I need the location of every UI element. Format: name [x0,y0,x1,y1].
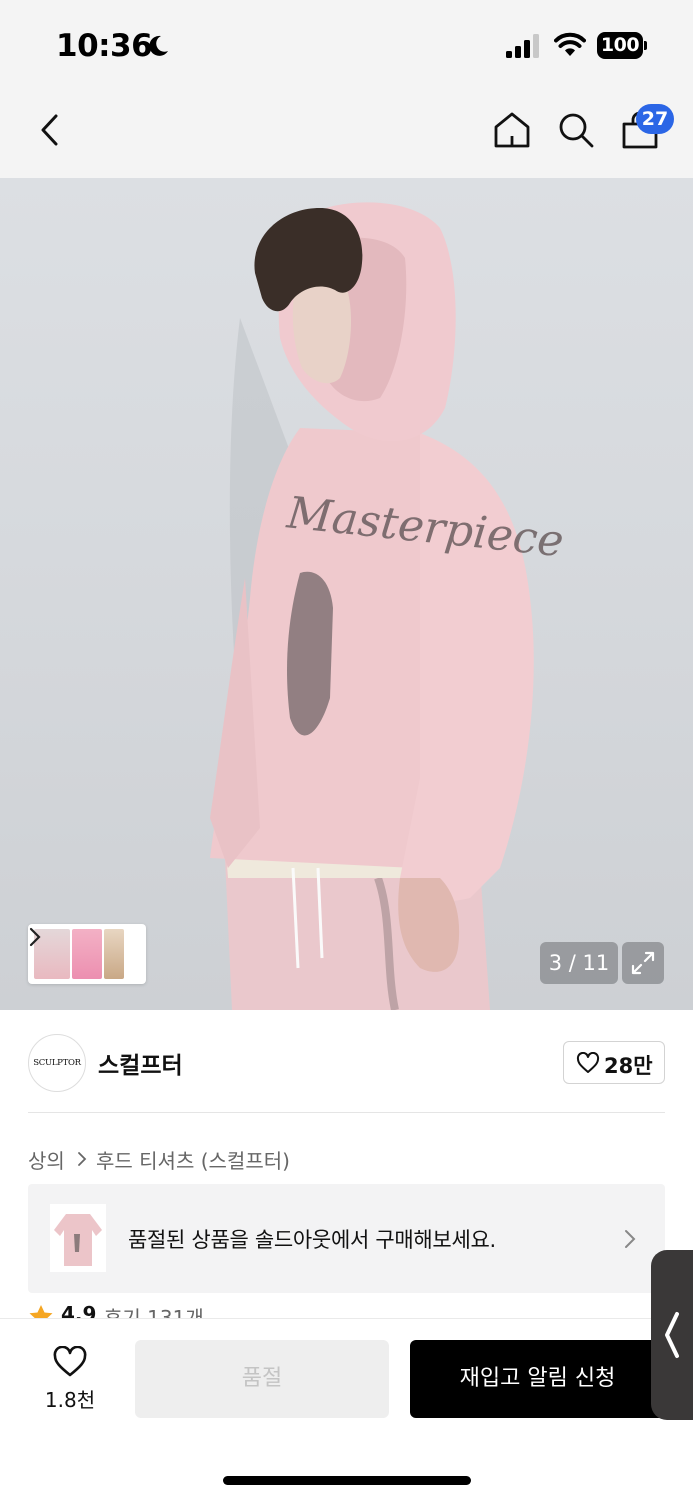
chevron-right-icon [625,1230,636,1248]
side-panel-tab[interactable] [651,1250,693,1420]
hoodie-thumbnail-icon [54,1214,102,1266]
breadcrumb-category[interactable]: 상의 [28,1145,65,1174]
thumbnail-strip[interactable] [28,924,146,984]
thumbnail-2[interactable] [72,929,102,979]
cart-badge: 27 [636,104,674,134]
thumbnail-3[interactable] [104,929,124,979]
image-counter: 3 / 11 [540,942,618,984]
search-icon[interactable] [557,110,595,150]
restock-alert-button[interactable]: 재입고 알림 신청 [410,1340,665,1418]
product-image[interactable]: Masterpiece 3 / 11 [0,178,693,1010]
battery-tip [644,41,647,50]
wifi-icon [554,32,586,56]
product-photo-illustration: Masterpiece [210,202,566,1010]
battery-level: 100 [597,32,643,59]
signal-icon [506,34,539,58]
heart-icon [576,1052,600,1073]
soldout-button: 품절 [135,1340,389,1418]
brand-logo[interactable]: SCULPTOR [28,1034,86,1092]
battery-indicator: 100 [597,32,647,59]
chevron-left-icon [665,1312,679,1358]
soldout-banner[interactable]: 품절된 상품을 솔드아웃에서 구매해보세요. [28,1184,665,1293]
banner-text: 품절된 상품을 솔드아웃에서 구매해보세요. [128,1228,496,1252]
back-icon[interactable] [34,110,68,150]
heart-icon[interactable] [52,1346,88,1378]
divider [28,1112,665,1113]
top-area [0,0,693,178]
home-indicator [223,1476,471,1485]
moon-icon [149,35,168,56]
expand-button[interactable] [622,942,664,984]
expand-icon [631,951,655,975]
status-time: 10:36 [56,28,153,64]
banner-product-thumbnail [50,1204,106,1272]
chevron-right-icon [78,1152,87,1166]
chevron-right-icon [29,927,41,947]
breadcrumb-subcategory[interactable]: 후드 티셔츠 (스컬프터) [96,1145,290,1174]
brand-like-count: 28만 [604,1054,653,1078]
home-icon[interactable] [492,110,532,150]
brand-name[interactable]: 스컬프터 [98,1046,183,1080]
wish-count: 1.8천 [44,1388,96,1412]
brand-like-button[interactable]: 28만 [563,1041,665,1084]
